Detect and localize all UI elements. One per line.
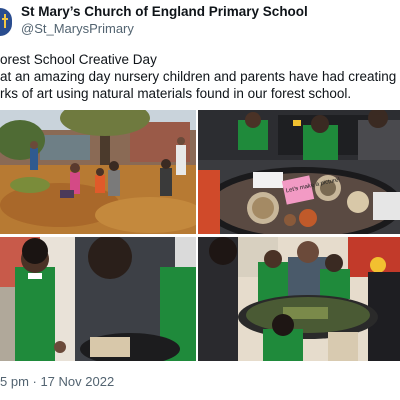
tweet-line: rks of art using natural materials found… — [0, 86, 352, 101]
child-with-adult-photo[interactable] — [0, 237, 196, 361]
display-name[interactable]: St Mary’s Church of England Primary Scho… — [21, 4, 308, 19]
tweet-line: orest School Creative Day — [0, 52, 157, 67]
cross-logo-icon — [2, 14, 8, 28]
tweet-header: St Mary’s Church of England Primary Scho… — [0, 0, 400, 44]
children-at-art-table-photo[interactable] — [198, 237, 400, 361]
tweet-text: orest School Creative Day at an amazing … — [0, 51, 400, 102]
forest-school-group-photo[interactable] — [0, 110, 196, 234]
leaf-art-table-photo[interactable]: Let's make a picture! — [198, 110, 400, 234]
account-handle[interactable]: @St_MarysPrimary — [21, 21, 134, 36]
tweet-line: at an amazing day nursery children and p… — [0, 69, 397, 84]
school-avatar[interactable] — [0, 8, 12, 36]
tweet-timestamp[interactable]: 5 pm · 17 Nov 2022 — [0, 374, 114, 389]
media-grid: Let's make a picture! — [0, 110, 400, 361]
